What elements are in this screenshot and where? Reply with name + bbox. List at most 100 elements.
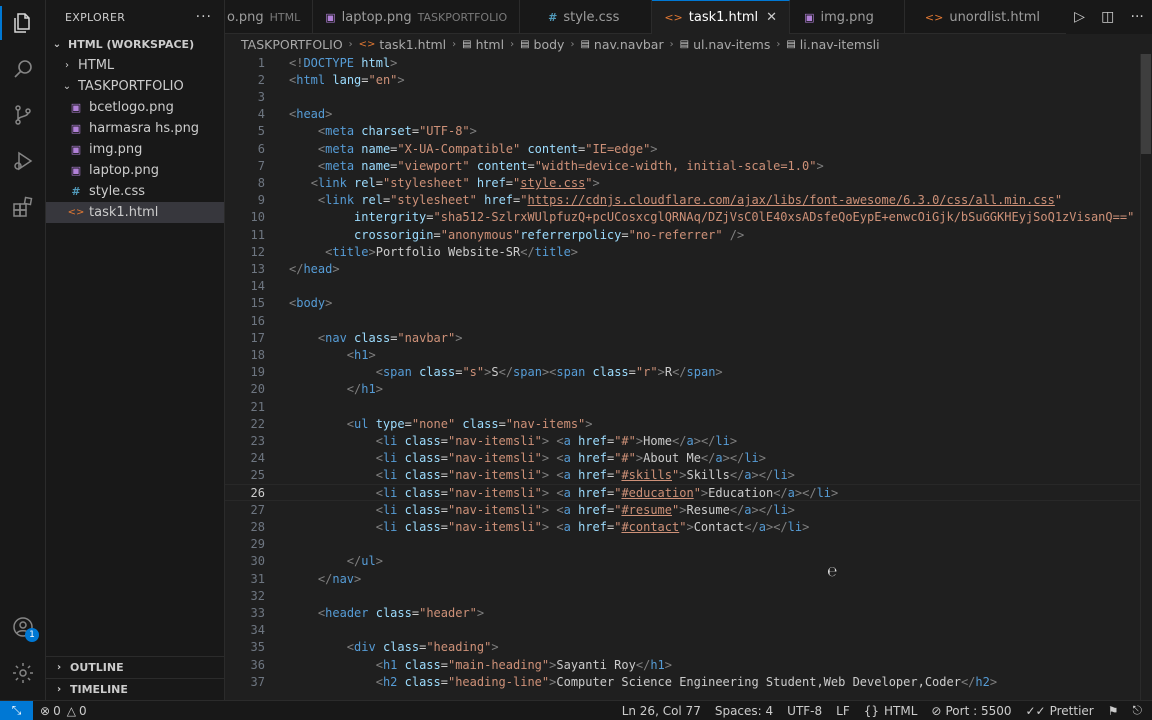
breadcrumb-item[interactable]: <> task1.html — [359, 37, 446, 52]
tab-unordlist-html[interactable]: <> unordlist.html — [905, 0, 1067, 34]
code-line[interactable]: 25 <li class="nav-itemsli"> <a href="#sk… — [225, 467, 1140, 484]
code-line[interactable]: 35 <div class="heading"> — [225, 639, 1140, 656]
run-debug-icon[interactable] — [0, 138, 46, 184]
code-line[interactable]: 7 <meta name="viewport" content="width=d… — [225, 157, 1140, 174]
settings-gear-icon[interactable] — [0, 650, 46, 696]
outline-section[interactable]: › OUTLINE — [46, 656, 225, 678]
folder-html[interactable]: › HTML — [46, 55, 224, 76]
tab-style-css[interactable]: # style.css — [520, 0, 653, 34]
code-token: href — [476, 193, 514, 208]
code-line[interactable]: 2 <html lang="en"> — [225, 71, 1140, 88]
code-line[interactable]: 17 <nav class="navbar"> — [225, 329, 1140, 346]
file-style-css[interactable]: # style.css — [46, 181, 224, 202]
code-line[interactable]: 20 </h1> — [225, 381, 1140, 398]
code-line[interactable]: 36 <h1 class="main-heading">Sayanti Roy<… — [225, 656, 1140, 673]
indentation[interactable]: Spaces: 4 — [708, 704, 780, 718]
code-token: class — [397, 468, 441, 483]
code-line[interactable]: 8 <link rel="stylesheet" href="style.css… — [225, 174, 1140, 191]
end-of-line[interactable]: LF — [829, 704, 857, 718]
line-number: 3 — [257, 89, 265, 104]
code-token: ul — [354, 416, 369, 431]
more-actions-icon[interactable]: ··· — [196, 9, 212, 25]
code-token: href — [469, 175, 506, 190]
code-token: < — [375, 485, 383, 500]
cursor-position[interactable]: Ln 26, Col 77 — [615, 704, 708, 718]
code-line[interactable]: 34 — [225, 622, 1140, 639]
tab-img-png[interactable]: ▣ img.png — [790, 0, 905, 34]
code-line[interactable]: 22 <ul type="none" class="nav-items"> — [225, 415, 1140, 432]
run-icon[interactable]: ▷ — [1074, 9, 1085, 25]
code-line[interactable]: 10 intergrity="sha512-SzlrxWUlpfuzQ+pcUC… — [225, 209, 1140, 226]
code-token: "IE=edge" — [585, 141, 651, 156]
close-tab-icon[interactable]: ✕ — [766, 10, 777, 25]
prettier-status[interactable]: ✓✓ Prettier — [1018, 704, 1100, 718]
code-editor[interactable]: 37 <h2 class="heading-line">Computer Sci… — [225, 54, 1152, 700]
code-line[interactable]: 26 <li class="nav-itemsli"> <a href="#ed… — [225, 484, 1140, 502]
breadcrumb-item[interactable]: ▤ html — [462, 37, 504, 52]
file-harmasra[interactable]: ▣ harmasra hs.png — [46, 118, 224, 139]
code-line[interactable]: 30 </ul> — [225, 553, 1140, 570]
code-line[interactable]: 13 </head> — [225, 260, 1140, 277]
notifications-bell-icon[interactable]: ⎋ — [1126, 703, 1152, 718]
file-task1-html[interactable]: <> task1.html — [46, 202, 224, 223]
code-line[interactable]: 28 <li class="nav-itemsli"> <a href="#co… — [225, 518, 1140, 535]
tab-o-png[interactable]: o.png HTML — [225, 0, 314, 34]
split-editor-icon[interactable]: ◫ — [1101, 9, 1114, 25]
code-line[interactable]: 24 <li class="nav-itemsli"> <a href="#">… — [225, 450, 1140, 467]
code-token: header — [325, 605, 369, 620]
file-bcetlogo[interactable]: ▣ bcetlogo.png — [46, 97, 224, 118]
remote-indicator-icon[interactable]: ⤡ — [0, 700, 33, 720]
code-line[interactable]: 29 — [225, 536, 1140, 553]
code-line[interactable]: 5 <meta charset="UTF-8"> — [225, 123, 1140, 140]
code-line[interactable]: 31 </nav> — [225, 570, 1140, 587]
code-line[interactable]: 9 <link rel="stylesheet" href="https://c… — [225, 192, 1140, 209]
encoding[interactable]: UTF-8 — [780, 704, 829, 718]
breadcrumb-item[interactable]: ▤ li.nav-itemsli — [786, 37, 879, 52]
code-line[interactable]: 14 — [225, 278, 1140, 295]
explorer-icon[interactable] — [0, 0, 46, 46]
code-token: "width=device-width, initial-scale=1.0" — [534, 158, 817, 173]
language-mode[interactable]: {} HTML — [857, 704, 925, 718]
file-laptop[interactable]: ▣ laptop.png — [46, 160, 224, 181]
vertical-scrollbar[interactable] — [1140, 54, 1152, 700]
code-line[interactable]: 21 — [225, 398, 1140, 415]
tab-task1-html[interactable]: <> task1.html ✕ — [652, 0, 791, 34]
breadcrumb-item[interactable]: ▤ ul.nav-items — [680, 37, 771, 52]
live-server-port[interactable]: ⊘ Port : 5500 — [924, 704, 1018, 718]
code-token: "nav-itemsli" — [447, 519, 542, 534]
code-line[interactable]: 15 <body> — [225, 295, 1140, 312]
more-actions-icon[interactable]: ··· — [1131, 9, 1144, 25]
tab-laptop-png[interactable]: ▣ laptop.png TASKPORTFOLIO — [313, 0, 521, 34]
workspace-root[interactable]: ⌄ HTML (WORKSPACE) — [46, 34, 224, 55]
folder-taskportfolio[interactable]: ⌄ TASKPORTFOLIO — [46, 76, 224, 97]
code-line[interactable]: 16 — [225, 312, 1140, 329]
timeline-section[interactable]: › TIMELINE — [46, 678, 225, 700]
code-line[interactable]: 4 <head> — [225, 106, 1140, 123]
breadcrumb-item[interactable]: TASKPORTFOLIO — [241, 37, 343, 52]
code-line[interactable]: 1 <!DOCTYPE html> — [225, 54, 1140, 71]
code-line[interactable]: 27 <li class="nav-itemsli"> <a href="#re… — [225, 501, 1140, 518]
code-line[interactable]: 11 crossorigin="anonymous"referrerpolicy… — [225, 226, 1140, 243]
code-token: a — [744, 468, 752, 483]
code-line[interactable]: 23 <li class="nav-itemsli"> <a href="#">… — [225, 432, 1140, 449]
line-number: 30 — [250, 554, 265, 569]
code-line[interactable]: 6 <meta name="X-UA-Compatible" content="… — [225, 140, 1140, 157]
feedback-icon[interactable]: ⚑ — [1101, 704, 1126, 718]
code-line[interactable]: 33 <header class="header"> — [225, 604, 1140, 621]
breadcrumb-item[interactable]: ▤ nav.navbar — [580, 37, 663, 52]
scrollbar-thumb[interactable] — [1141, 54, 1151, 154]
code-line[interactable]: 32 — [225, 587, 1140, 604]
code-line[interactable]: 3 — [225, 88, 1140, 105]
extensions-icon[interactable] — [0, 184, 46, 230]
file-img[interactable]: ▣ img.png — [46, 139, 224, 160]
code-text: <h2 class="heading-line">Computer Scienc… — [289, 675, 997, 689]
accounts-icon[interactable]: 1 — [0, 604, 46, 650]
code-line[interactable]: 18 <h1> — [225, 346, 1140, 363]
problems-indicator[interactable]: ⊗ 0 △ 0 — [33, 704, 94, 718]
code-line[interactable]: 37 <h2 class="heading-line">Computer Sci… — [225, 673, 1140, 690]
source-control-icon[interactable] — [0, 92, 46, 138]
code-line[interactable]: 19 <span class="s">S</span><span class="… — [225, 364, 1140, 381]
search-icon[interactable] — [0, 46, 46, 92]
code-line[interactable]: 12 <title>Portfolio Website-SR</title> — [225, 243, 1140, 260]
breadcrumb-item[interactable]: ▤ body — [520, 37, 564, 52]
